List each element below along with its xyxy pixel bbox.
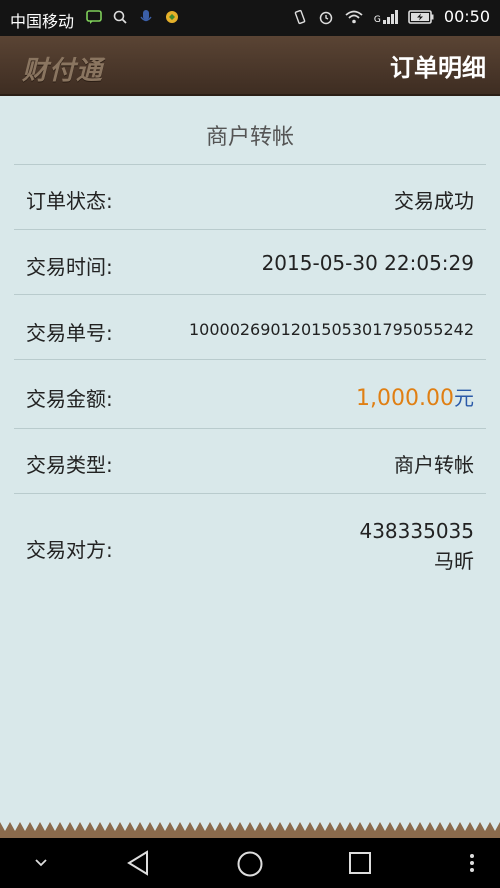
app-logo: 财付通 — [22, 56, 104, 86]
row-order-status: 订单状态: 交易成功 — [14, 165, 486, 230]
home-button[interactable] — [236, 850, 264, 878]
network-type-label: G — [373, 14, 381, 25]
row-trade-type: 交易类型: 商户转帐 — [14, 429, 486, 494]
counterparty-account: 438335035 — [359, 519, 474, 543]
system-icons: G 00:50 — [292, 7, 490, 26]
notification-icons — [86, 9, 180, 25]
carrier-label: 中国移动 — [10, 12, 75, 31]
app-notification-icon — [166, 11, 178, 23]
torn-edge-decoration — [0, 822, 500, 838]
order-detail-panel: 商户转帐 订单状态: 交易成功 交易时间: 2015-05-30 22:05:2… — [14, 96, 486, 824]
navigation-bar — [0, 838, 500, 888]
row-label: 交易金额: — [26, 387, 113, 411]
back-button[interactable] — [126, 850, 150, 876]
alarm-icon — [319, 11, 333, 24]
microphone-icon — [140, 10, 152, 22]
row-label: 交易类型: — [26, 453, 113, 477]
counterparty-name: 马昕 — [434, 549, 474, 573]
signal-bars-icon — [382, 9, 398, 24]
wifi-icon — [345, 10, 363, 23]
row-counterparty: 交易对方: 438335035 马昕 — [14, 494, 486, 594]
signal-icon: G — [374, 9, 398, 25]
battery-icon — [408, 9, 434, 24]
clock-label: 00:50 — [443, 7, 490, 26]
vibrate-icon — [294, 9, 306, 24]
section-title: 商户转帐 — [14, 96, 486, 165]
row-trade-number: 交易单号: 1000026901201505301795055242 — [14, 295, 486, 360]
row-value: 交易成功 — [394, 189, 474, 213]
status-bar: 中国移动 G 00:50 — [0, 0, 500, 36]
row-trade-time: 交易时间: 2015-05-30 22:05:29 — [14, 230, 486, 295]
message-icon — [86, 10, 102, 24]
row-label: 交易时间: — [26, 255, 113, 279]
row-value: 2015-05-30 22:05:29 — [261, 251, 474, 275]
recent-apps-button[interactable] — [348, 851, 372, 875]
row-trade-amount: 交易金额: 1,000.00元 — [14, 360, 486, 429]
row-label: 订单状态: — [26, 189, 113, 213]
amount-unit: 元 — [454, 386, 474, 410]
title-bar: 财付通 订单明细 — [0, 36, 500, 96]
row-value: 商户转帐 — [394, 453, 474, 477]
amount-value: 1,000.00 — [356, 386, 454, 411]
page-title: 订单明细 — [390, 54, 486, 82]
search-icon — [113, 10, 127, 24]
row-label: 交易对方: — [26, 538, 113, 562]
row-value: 1,000.00元 — [356, 382, 474, 411]
more-options-icon[interactable] — [466, 852, 478, 874]
chevron-down-icon[interactable] — [32, 856, 50, 870]
row-value: 438335035 马昕 — [359, 516, 474, 576]
row-value: 1000026901201505301795055242 — [188, 320, 474, 339]
row-label: 交易单号: — [26, 321, 113, 345]
